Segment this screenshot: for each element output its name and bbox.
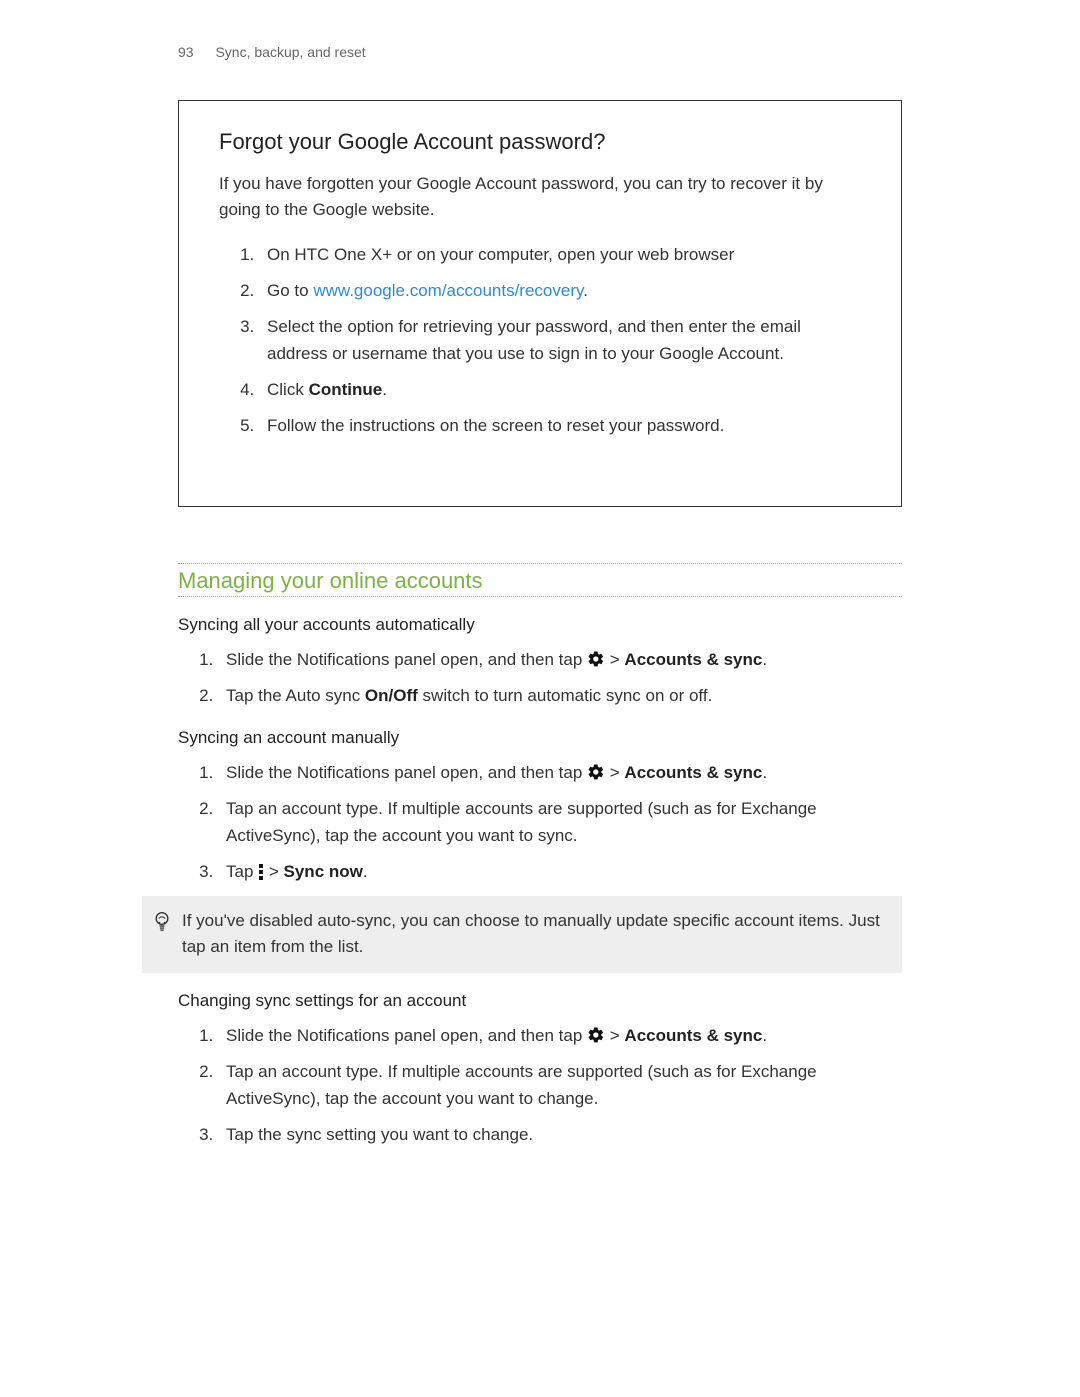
list-item: Select the option for retrieving your pa… (259, 314, 861, 367)
box-intro: If you have forgotten your Google Accoun… (219, 171, 861, 224)
list-item: Follow the instructions on the screen to… (259, 413, 861, 439)
continue-label: Continue (309, 380, 383, 399)
list-item: Tap an account type. If multiple account… (218, 796, 902, 849)
list-item: Slide the Notifications panel open, and … (218, 1023, 902, 1050)
list-item: Slide the Notifications panel open, and … (218, 647, 902, 674)
gear-icon (587, 1023, 605, 1049)
list-item: Tap > Sync now. (218, 859, 902, 886)
gear-icon (587, 647, 605, 673)
subheading-sync-auto: Syncing all your accounts automatically (178, 615, 902, 635)
list-item: Go to www.google.com/accounts/recovery. (259, 278, 861, 304)
subheading-change-settings: Changing sync settings for an account (178, 991, 902, 1011)
lightbulb-icon (142, 908, 182, 932)
recovery-link[interactable]: www.google.com/accounts/recovery (313, 281, 583, 300)
steps-sync-manual: Slide the Notifications panel open, and … (178, 760, 902, 886)
subheading-sync-manual: Syncing an account manually (178, 728, 902, 748)
list-item: Tap the Auto sync On/Off switch to turn … (218, 683, 902, 709)
steps-sync-auto: Slide the Notifications panel open, and … (178, 647, 902, 710)
on-off-label: On/Off (365, 686, 418, 705)
box-steps: On HTC One X+ or on your computer, open … (219, 242, 861, 440)
sync-now-label: Sync now (284, 862, 363, 881)
list-item: Slide the Notifications panel open, and … (218, 760, 902, 787)
gear-icon (587, 760, 605, 786)
list-item: Click Continue. (259, 377, 861, 403)
steps-change-settings: Slide the Notifications panel open, and … (178, 1023, 902, 1149)
page-number: 93 (178, 44, 194, 60)
list-item: Tap the sync setting you want to change. (218, 1122, 902, 1148)
box-title: Forgot your Google Account password? (219, 129, 861, 155)
callout-box: Forgot your Google Account password? If … (178, 100, 902, 507)
list-item: Tap an account type. If multiple account… (218, 1059, 902, 1112)
tip-text: If you've disabled auto-sync, you can ch… (182, 908, 888, 961)
section-title: Managing your online accounts (178, 568, 902, 594)
accounts-sync-label: Accounts & sync (624, 763, 762, 782)
section-divider: Managing your online accounts (178, 563, 902, 597)
accounts-sync-label: Accounts & sync (624, 1026, 762, 1045)
page-header: 93 Sync, backup, and reset (178, 44, 902, 60)
list-item: On HTC One X+ or on your computer, open … (259, 242, 861, 268)
chapter-title: Sync, backup, and reset (215, 44, 365, 60)
accounts-sync-label: Accounts & sync (624, 650, 762, 669)
tip-box: If you've disabled auto-sync, you can ch… (142, 896, 902, 973)
